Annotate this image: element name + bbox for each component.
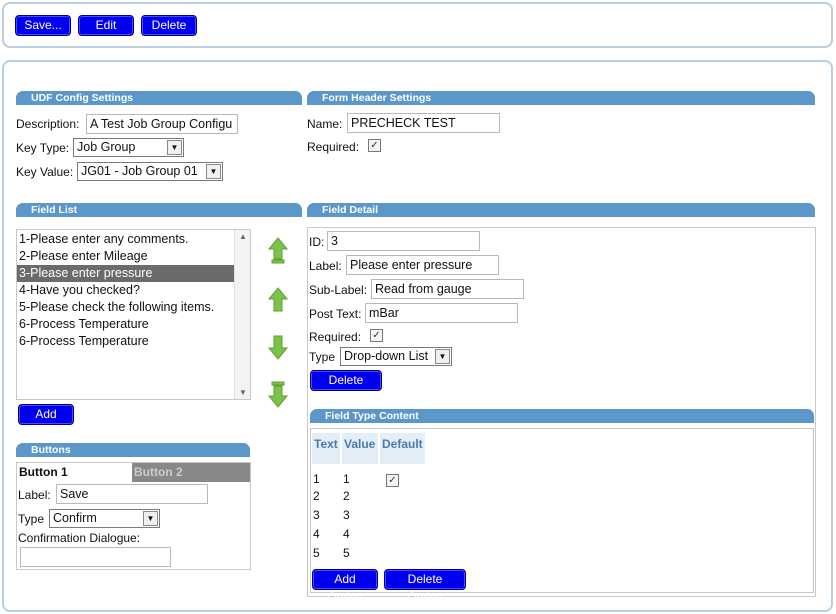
field-list-box[interactable]: 1-Please enter any comments. 2-Please en… (16, 229, 251, 400)
button-label-input[interactable]: Save (56, 484, 208, 504)
field-type-select[interactable]: Drop-down List ▼ (340, 347, 452, 366)
move-up-icon[interactable] (268, 286, 288, 314)
button-type-value: Confirm (53, 511, 97, 525)
row-text: 1 (313, 471, 320, 486)
move-down-icon[interactable] (268, 333, 288, 361)
table-row[interactable]: 5 5 (311, 543, 426, 562)
add-option-button[interactable]: Add Option (312, 569, 378, 604)
col-value: Value (341, 432, 379, 465)
field-label-label: Label: (309, 259, 342, 273)
default-checkbox[interactable]: ✓ (386, 474, 399, 487)
row-text: 2 (313, 488, 320, 503)
key-type-label: Key Type: (16, 141, 70, 155)
list-item[interactable]: 5-Please check the following items. (17, 299, 234, 316)
add-field-button[interactable]: Add Field (18, 404, 74, 439)
col-text: Text (311, 432, 341, 465)
scroll-up-icon[interactable]: ▲ (235, 232, 251, 241)
chevron-down-icon[interactable]: ▼ (143, 511, 158, 526)
field-posttext-label: Post Text: (309, 307, 362, 321)
tab-button-1[interactable]: Button 1 (17, 463, 132, 482)
field-list: 1-Please enter any comments. 2-Please en… (17, 231, 234, 350)
field-sublabel-input[interactable]: Read from gauge (371, 279, 524, 299)
field-type-content-header: Field Type Content (310, 409, 814, 423)
row-text: 4 (313, 526, 320, 541)
table-row[interactable]: 4 4 (311, 524, 426, 543)
scrollbar[interactable]: ▲ ▼ (234, 230, 250, 399)
description-label: Description: (16, 117, 80, 131)
table-row[interactable]: 3 3 (311, 505, 426, 524)
key-value-value: JG01 - Job Group 01 (81, 164, 198, 178)
key-type-select[interactable]: Job Group ▼ (73, 138, 184, 157)
field-id-label: ID: (309, 235, 325, 249)
row-value: 2 (343, 488, 350, 503)
form-name-input[interactable]: PRECHECK TEST (347, 113, 500, 133)
list-item[interactable]: 2-Please enter Mileage (17, 248, 234, 265)
chevron-down-icon[interactable]: ▼ (206, 164, 221, 179)
form-name-label: Name: (307, 117, 343, 131)
delete-button[interactable]: Delete (141, 15, 197, 36)
form-required-checkbox[interactable]: ✓ (368, 139, 381, 152)
table-row[interactable]: 1 1 ✓ (311, 465, 426, 487)
confirmation-dialogue-input[interactable] (20, 547, 171, 567)
list-item[interactable]: 4-Have you checked? (17, 282, 234, 299)
field-required-label: Required: (309, 330, 362, 344)
row-value: 1 (343, 471, 350, 486)
field-posttext-input[interactable]: mBar (365, 303, 518, 323)
field-label-input[interactable]: Please enter pressure (346, 255, 499, 275)
button-type-label: Type (18, 512, 45, 526)
field-required-checkbox[interactable]: ✓ (370, 329, 383, 342)
form-required-label: Required: (307, 140, 360, 154)
move-bottom-icon[interactable] (268, 381, 288, 409)
list-item-selected[interactable]: 3-Please enter pressure (17, 265, 234, 282)
field-type-label: Type (309, 350, 336, 364)
table-row[interactable]: 2 2 (311, 486, 426, 505)
udf-config-header: UDF Config Settings (16, 91, 302, 105)
button-label-label: Label: (18, 488, 51, 502)
key-value-label: Key Value: (16, 165, 74, 179)
delete-field-button[interactable]: Delete Field (310, 370, 382, 405)
buttons-header: Buttons (16, 443, 250, 457)
row-text: 5 (313, 545, 320, 560)
delete-option-button[interactable]: Delete Option (384, 569, 466, 604)
chevron-down-icon[interactable]: ▼ (167, 140, 182, 155)
confirmation-dialogue-label: Confirmation Dialogue: (18, 531, 141, 545)
field-detail-header: Field Detail (307, 203, 815, 217)
button-type-select[interactable]: Confirm ▼ (49, 509, 160, 528)
form-header-settings-header: Form Header Settings (307, 91, 815, 105)
list-item[interactable]: 6-Process Temperature (17, 316, 234, 333)
scroll-down-icon[interactable]: ▼ (235, 388, 251, 397)
list-item[interactable]: 1-Please enter any comments. (17, 231, 234, 248)
key-value-select[interactable]: JG01 - Job Group 01 ▼ (77, 162, 223, 181)
field-sublabel-label: Sub-Label: (309, 283, 368, 297)
field-id-input[interactable]: 3 (327, 231, 480, 251)
field-list-header: Field List (16, 203, 302, 217)
field-type-value: Drop-down List (344, 349, 429, 363)
row-value: 5 (343, 545, 350, 560)
chevron-down-icon[interactable]: ▼ (435, 349, 450, 364)
save-button[interactable]: Save... (15, 15, 71, 36)
key-type-value: Job Group (77, 140, 136, 154)
edit-button[interactable]: Edit (78, 15, 134, 36)
list-item[interactable]: 6-Process Temperature (17, 333, 234, 350)
row-value: 4 (343, 526, 350, 541)
description-input[interactable]: A Test Job Group Configu (86, 114, 238, 134)
row-text: 3 (313, 507, 320, 522)
move-top-icon[interactable] (268, 236, 288, 264)
col-default: Default (379, 432, 426, 465)
tab-button-2[interactable]: Button 2 (132, 463, 250, 482)
options-table: Text Value Default 1 1 ✓ 2 2 3 3 4 4 5 5 (311, 432, 426, 562)
row-value: 3 (343, 507, 350, 522)
